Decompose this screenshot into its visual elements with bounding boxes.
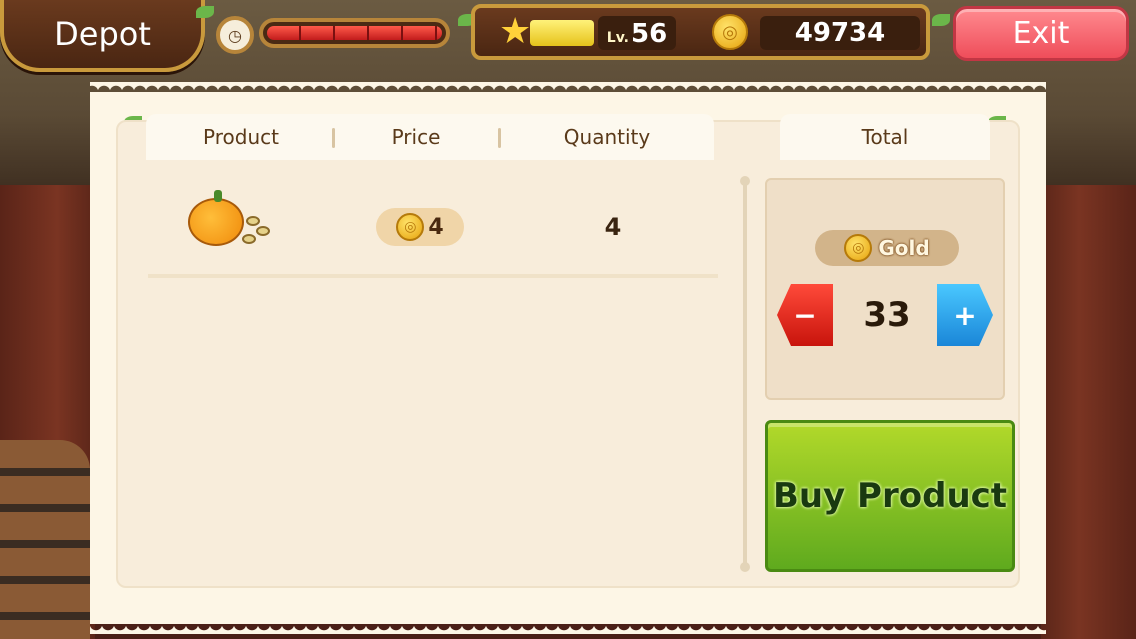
decrease-button[interactable]: − bbox=[777, 284, 833, 346]
scrollbar-top-knob bbox=[740, 176, 750, 186]
barrel bbox=[0, 440, 90, 639]
column-header-quantity: Quantity bbox=[563, 125, 651, 149]
minus-icon: − bbox=[793, 298, 817, 332]
right-wall bbox=[1041, 185, 1136, 639]
xp-bar bbox=[530, 20, 594, 46]
price-badge: ◎ 4 bbox=[376, 208, 464, 246]
gold-amount: 49734 bbox=[760, 16, 920, 50]
column-header-total: Total bbox=[861, 125, 909, 149]
pumpkin-icon bbox=[188, 190, 244, 246]
column-header-product: Product bbox=[203, 125, 279, 149]
scrollbar-bottom-knob bbox=[740, 562, 750, 572]
depot-title-plate: Depot bbox=[0, 0, 205, 72]
currency-label: Gold bbox=[878, 236, 930, 260]
leaf-decoration bbox=[196, 6, 214, 18]
clock-icon: ◷ bbox=[216, 16, 254, 54]
shop-panel: Product Price Quantity Total ◎ 4 4 ◎ Gol… bbox=[90, 92, 1046, 634]
total-panel: ◎ Gold − 33 + bbox=[765, 178, 1005, 400]
scrollbar-track bbox=[743, 182, 747, 566]
seeds-icon bbox=[242, 216, 272, 246]
page-title: Depot bbox=[54, 15, 151, 53]
list-scrollbar[interactable] bbox=[740, 176, 750, 572]
buy-product-button[interactable]: Buy Product bbox=[765, 420, 1015, 572]
exit-button[interactable]: Exit bbox=[953, 6, 1129, 61]
energy-bar-fill bbox=[267, 26, 442, 40]
column-header-price: Price bbox=[391, 125, 441, 149]
price-value: 4 bbox=[428, 214, 444, 240]
quantity-value: 4 bbox=[604, 213, 622, 241]
star-icon: ★ bbox=[499, 11, 532, 52]
increase-button[interactable]: + bbox=[937, 284, 993, 346]
level-value: 56 bbox=[631, 19, 668, 49]
energy-bar bbox=[259, 18, 450, 48]
currency-tag: ◎ Gold bbox=[815, 230, 959, 266]
column-separator bbox=[332, 128, 335, 148]
level-prefix: Lv. bbox=[606, 30, 630, 46]
gold-coin-icon: ◎ bbox=[712, 14, 748, 50]
plus-icon: + bbox=[953, 298, 977, 332]
gold-coin-icon: ◎ bbox=[396, 213, 425, 241]
table-row[interactable]: ◎ 4 4 bbox=[148, 188, 718, 278]
table-header: Product Price Quantity Total bbox=[146, 114, 990, 160]
gold-coin-icon: ◎ bbox=[844, 234, 873, 262]
total-amount: 33 bbox=[863, 295, 911, 335]
leaf-decoration bbox=[932, 14, 950, 26]
level-badge: Lv. 56 bbox=[598, 16, 676, 50]
